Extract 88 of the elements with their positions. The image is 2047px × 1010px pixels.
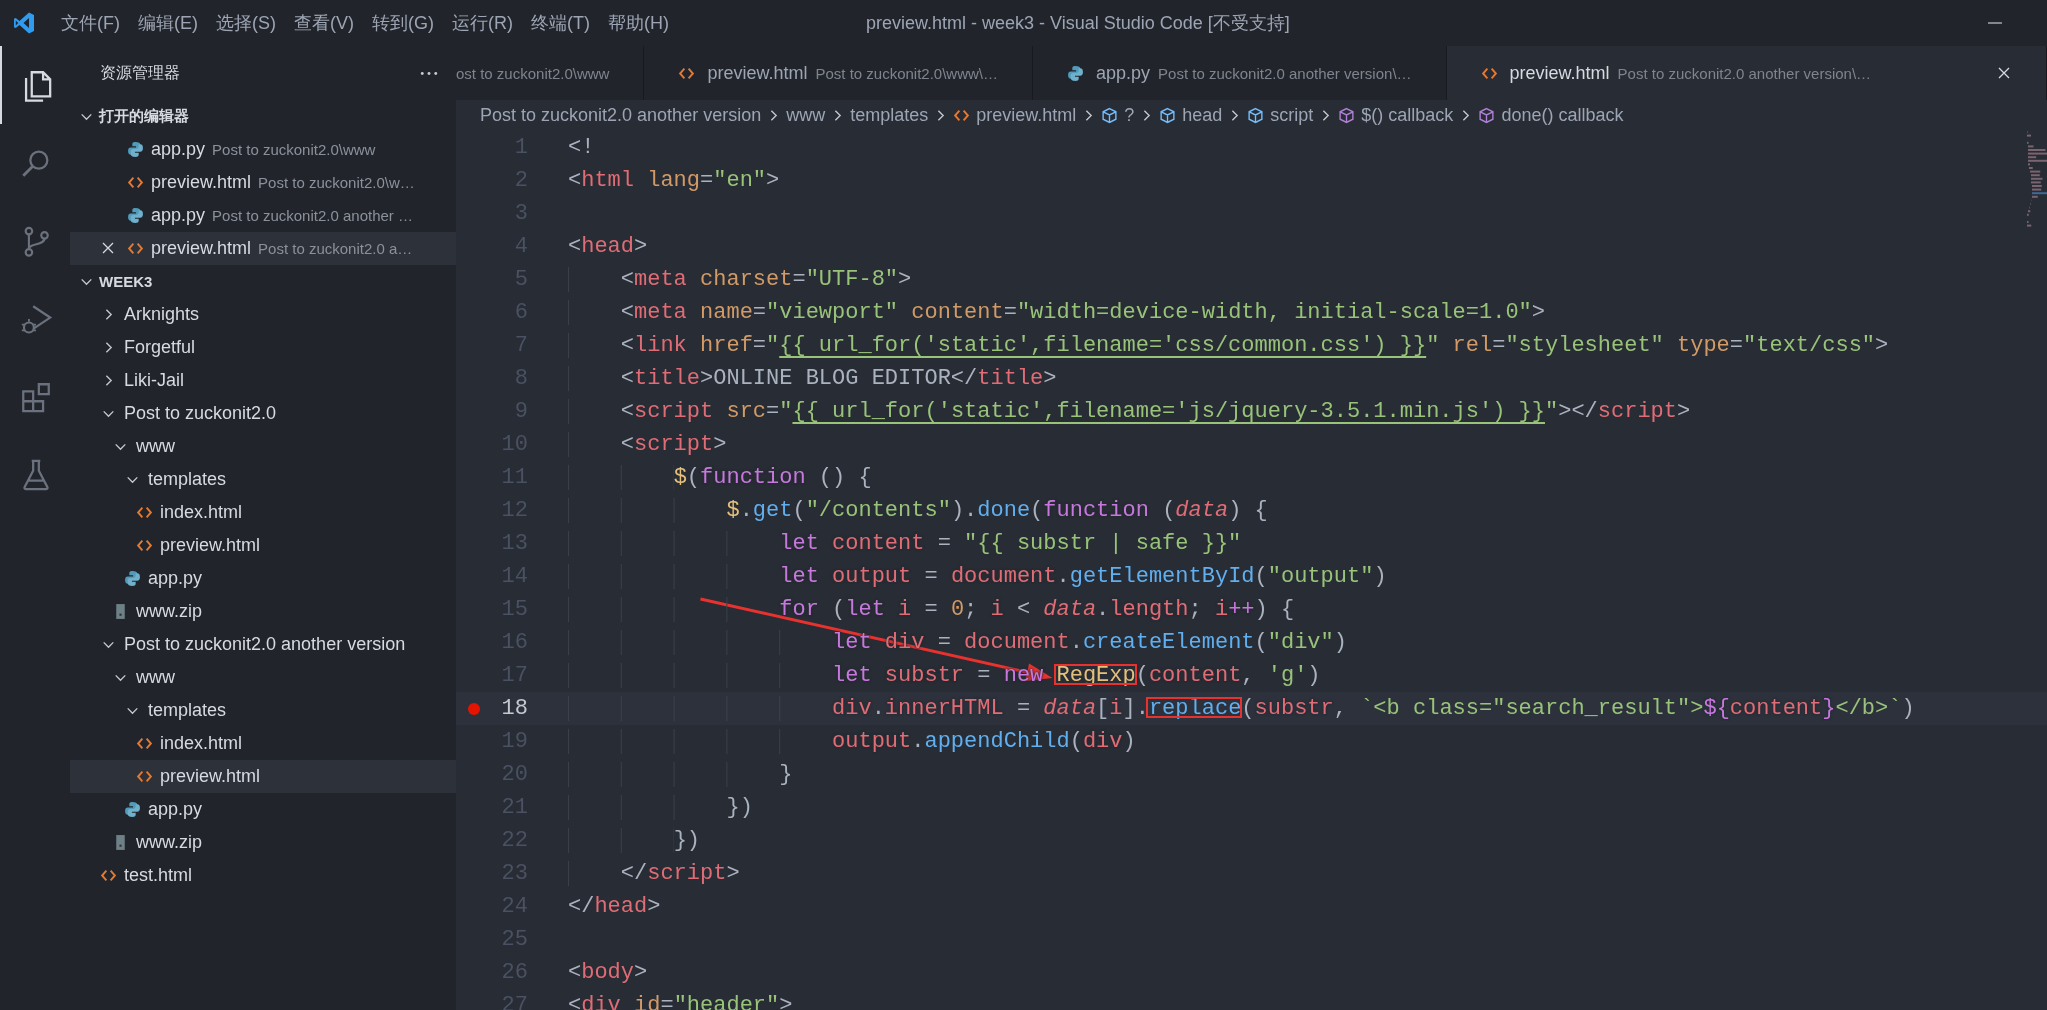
app-logo-icon	[12, 11, 36, 35]
breakpoint-icon[interactable]	[468, 702, 480, 715]
code-file-icon	[136, 537, 153, 554]
cube-icon	[1159, 107, 1177, 124]
menu-item[interactable]: 转到(G)	[363, 11, 443, 35]
editor-tab[interactable]: preview.html Post to zuckonit2.0 another version\…	[1446, 46, 2047, 100]
code-file-icon	[136, 735, 153, 752]
code-line: })	[568, 795, 753, 820]
script-file-icon	[127, 141, 144, 158]
code-line: $.get("/contents").done(function (data) {	[568, 498, 1268, 523]
breadcrumb-item[interactable]: done() callback	[1478, 105, 1624, 126]
code-line: <head>	[568, 234, 648, 259]
code-line: <script>	[568, 432, 727, 457]
tree-item[interactable]: www	[70, 661, 456, 694]
code-line: </head>	[568, 894, 661, 919]
tree-item[interactable]: preview.html	[70, 760, 456, 793]
menu-item[interactable]: 选择(S)	[207, 11, 285, 35]
tree-item[interactable]: www.zip	[70, 595, 456, 628]
code-file-icon	[127, 240, 144, 257]
breadcrumb-item[interactable]: $() callback	[1338, 105, 1454, 126]
extensions-icon	[19, 380, 53, 414]
cube-icon	[1338, 107, 1356, 124]
cube-icon	[1478, 107, 1496, 124]
script-file-icon	[127, 207, 144, 224]
script-file-icon	[1067, 64, 1085, 82]
code-line: <meta charset="UTF-8">	[568, 267, 912, 292]
code-line: </script>	[568, 861, 740, 886]
code-line: output.appendChild(div)	[568, 729, 1136, 754]
window-title: preview.html - week3 - Visual Studio Code [不受支持]	[866, 12, 1290, 35]
code-line: <!	[568, 135, 595, 160]
cube-icon	[1101, 107, 1119, 124]
close-icon[interactable]	[1996, 65, 2012, 81]
menu-item[interactable]: 查看(V)	[285, 11, 363, 35]
tree-item[interactable]: Forgetful	[70, 331, 456, 364]
code-line: <body>	[568, 960, 648, 985]
code-file-icon	[953, 107, 971, 124]
menu-item[interactable]: 终端(T)	[522, 11, 599, 35]
code-line: }	[568, 762, 793, 787]
tree-item[interactable]: index.html	[70, 496, 456, 529]
tree-item[interactable]: app.py	[70, 793, 456, 826]
code-line: <meta name="viewport" content="width=device-width, initial-scale=1.0">	[568, 300, 1545, 325]
code-line: $(function () {	[568, 465, 872, 490]
code-file-icon	[127, 174, 144, 191]
tree-item[interactable]: Post to zuckonit2.0 another version	[70, 628, 456, 661]
breadcrumb-item[interactable]: templates	[850, 105, 929, 126]
script-file-icon	[124, 570, 141, 587]
tree-item[interactable]: Post to zuckonit2.0	[70, 397, 456, 430]
section-header[interactable]: WEEK3	[70, 265, 456, 298]
code-line: div.innerHTML = data[i].replace(substr, `<b class="search_result">${content}</b>`)	[568, 696, 1915, 721]
tree-item[interactable]: preview.html	[70, 529, 456, 562]
code-line: <script src="{{ url_for('static',filename='js/jquery-3.5.1.min.js') }}"></script>	[568, 399, 1691, 424]
breadcrumb-item[interactable]: head	[1159, 105, 1223, 126]
editor-tab[interactable]: ost to zuckonit2.0\www	[456, 46, 645, 100]
breadcrumb-item[interactable]: script	[1247, 105, 1314, 126]
tree-item[interactable]: index.html	[70, 727, 456, 760]
menu-item[interactable]: 文件(F)	[52, 11, 129, 35]
tree-item[interactable]: Liki-Jail	[70, 364, 456, 397]
open-editor-item[interactable]: preview.html Post to zuckonit2.0 a…	[70, 232, 456, 265]
code-line: let content = "{{ substr | safe }}"	[568, 531, 1242, 556]
tree-item[interactable]: www.zip	[70, 826, 456, 859]
code-line: <html lang="en">	[568, 168, 780, 193]
menu-item[interactable]: 编辑(E)	[129, 11, 207, 35]
tree-item[interactable]: app.py	[70, 562, 456, 595]
code-file-icon	[136, 768, 153, 785]
script-file-icon	[124, 801, 141, 818]
tree-item[interactable]: Arknights	[70, 298, 456, 331]
code-line: <title>ONLINE BLOG EDITOR</title>	[568, 366, 1057, 391]
code-line: let output = document.getElementById("output")	[568, 564, 1387, 589]
breadcrumb-item[interactable]: preview.html	[953, 105, 1077, 126]
close-icon[interactable]	[100, 240, 116, 256]
breadcrumb-item[interactable]: Post to zuckonit2.0 another version	[480, 105, 762, 126]
tree-item[interactable]: www	[70, 430, 456, 463]
tree-item[interactable]: templates	[70, 463, 456, 496]
sidebar-title: 资源管理器	[100, 62, 180, 83]
breadcrumb-item[interactable]: ?	[1101, 105, 1135, 126]
code-line: <link href="{{ url_for('static',filename='css/common.css') }}" rel="stylesheet" type="text/css">	[568, 333, 1889, 358]
menu-item[interactable]: 运行(R)	[443, 11, 522, 35]
code-file-icon	[136, 504, 153, 521]
tree-item[interactable]: test.html	[70, 859, 456, 892]
breadcrumb-item[interactable]: www	[786, 105, 826, 126]
code-line: for (let i = 0; i < data.length; i++) {	[568, 597, 1295, 622]
section-header[interactable]: 打开的编辑器	[70, 100, 456, 133]
cube-icon	[1247, 107, 1265, 124]
code-file-icon	[100, 867, 117, 884]
more-icon[interactable]	[420, 70, 438, 76]
menu-item[interactable]: 帮助(H)	[598, 11, 678, 35]
line-number: 18	[500, 696, 528, 721]
tree-item[interactable]: templates	[70, 694, 456, 727]
